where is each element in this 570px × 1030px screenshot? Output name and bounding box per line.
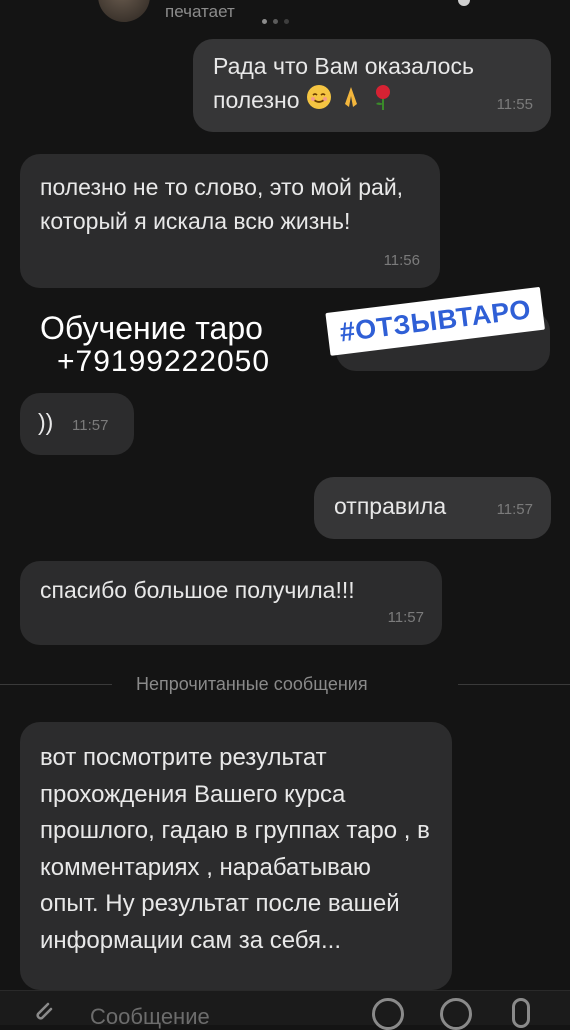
typing-dots-icon (262, 11, 295, 29)
message-bubble-incoming[interactable]: спасибо большое получила!!! 11:57 (20, 561, 442, 645)
pray-emoji-icon (338, 84, 364, 119)
emoji-picker-icon[interactable] (372, 998, 404, 1030)
message-time: 11:57 (72, 417, 109, 434)
divider-line (458, 684, 570, 685)
typing-status: печатает (165, 2, 235, 21)
message-bubble-incoming[interactable]: полезно не то слово, это мой рай, которы… (20, 154, 440, 288)
message-bubble-incoming[interactable]: )) 11:57 (20, 393, 134, 455)
message-time: 11:57 (496, 501, 533, 518)
message-time: 11:57 (387, 609, 424, 626)
message-text: полезно не то слово, это мой рай, которы… (40, 174, 404, 234)
ad-title: Обучение таро (40, 310, 263, 346)
rose-emoji-icon (371, 83, 395, 120)
header-menu-icon[interactable] (458, 0, 470, 6)
divider-line (0, 684, 112, 685)
unread-divider-label: Непрочитанные сообщения (136, 674, 368, 694)
message-text: )) (38, 409, 54, 435)
chat-avatar[interactable] (98, 0, 150, 22)
message-bubble-incoming[interactable]: вот посмотрите результат прохождения Ваш… (20, 722, 452, 990)
smile-emoji-icon (306, 84, 332, 119)
message-time: 11:55 (496, 96, 533, 113)
composer-bar (0, 990, 570, 1025)
message-text: отправила (334, 493, 447, 519)
attach-icon[interactable] (30, 998, 56, 1024)
message-text: вот посмотрите результат прохождения Ваш… (40, 744, 430, 954)
message-input[interactable]: Сообщение (90, 1004, 210, 1030)
ad-phone: +79199222050 (57, 345, 271, 378)
message-bubble-outgoing[interactable]: Рада что Вам оказалось полезно 11:55 (193, 39, 551, 132)
message-text: спасибо большое получила!!! (40, 577, 355, 603)
play-icon[interactable] (440, 998, 472, 1030)
message-time: 11:56 (383, 252, 420, 269)
message-bubble-outgoing[interactable]: отправила 11:57 (314, 477, 551, 539)
